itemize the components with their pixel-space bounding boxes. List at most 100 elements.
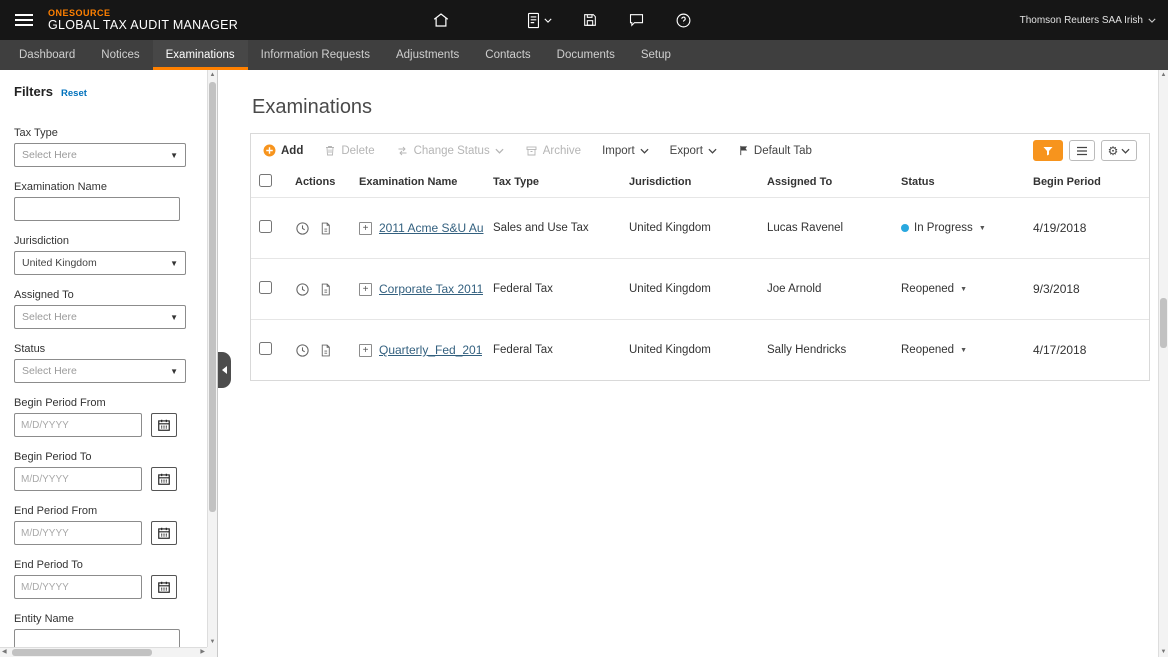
tab-contacts[interactable]: Contacts bbox=[472, 40, 543, 70]
cell-jurisdiction: United Kingdom bbox=[629, 283, 767, 295]
tab-examinations[interactable]: Examinations bbox=[153, 40, 248, 70]
table-header-row: Actions Examination Name Tax Type Jurisd… bbox=[251, 167, 1149, 197]
tab-setup[interactable]: Setup bbox=[628, 40, 684, 70]
expand-row-button[interactable]: + bbox=[359, 344, 372, 357]
sidebar-horizontal-scrollbar[interactable]: ◀ ▶ bbox=[0, 647, 207, 657]
sidebar-collapse-handle[interactable] bbox=[218, 352, 231, 388]
calendar-icon bbox=[157, 418, 171, 432]
scroll-down-arrow[interactable]: ▼ bbox=[1159, 649, 1168, 655]
sidebar-vertical-scrollbar[interactable]: ▲ ▼ bbox=[207, 70, 217, 647]
begin-period-to-input[interactable] bbox=[14, 467, 142, 491]
status-dropdown[interactable]: In Progress ▼ bbox=[901, 222, 1033, 234]
filter-button[interactable] bbox=[1033, 140, 1063, 161]
document-icon[interactable] bbox=[319, 282, 332, 297]
select-all-checkbox[interactable] bbox=[259, 174, 272, 187]
scroll-down-arrow[interactable]: ▼ bbox=[208, 639, 217, 645]
examination-link[interactable]: Corporate Tax 2011 bbox=[379, 282, 483, 296]
tab-notices[interactable]: Notices bbox=[88, 40, 152, 70]
chevron-down-icon: ▼ bbox=[960, 347, 967, 354]
table-row: + 2011 Acme S&U Au Sales and Use Tax Uni… bbox=[251, 197, 1149, 258]
calendar-icon bbox=[157, 580, 171, 594]
end-period-to-calendar-button[interactable] bbox=[151, 575, 177, 599]
status-label: Status bbox=[14, 343, 193, 355]
end-period-from-calendar-button[interactable] bbox=[151, 521, 177, 545]
brand-name: ONESOURCE bbox=[48, 8, 238, 18]
document-icon[interactable] bbox=[319, 343, 332, 358]
plus-circle-icon bbox=[263, 144, 276, 157]
examination-name-input[interactable] bbox=[14, 197, 180, 221]
main-vertical-scrollbar[interactable]: ▲ ▼ bbox=[1158, 70, 1168, 657]
entity-name-input[interactable] bbox=[14, 629, 180, 647]
status-select[interactable]: Select Here ▼ bbox=[14, 359, 186, 383]
table-row: + Quarterly_Fed_201 Federal Tax United K… bbox=[251, 319, 1149, 380]
tax-type-select[interactable]: Select Here ▼ bbox=[14, 143, 186, 167]
help-icon[interactable] bbox=[675, 12, 692, 29]
scroll-right-arrow[interactable]: ▶ bbox=[200, 648, 205, 657]
chat-icon[interactable] bbox=[628, 12, 645, 28]
cell-begin-period: 4/17/2018 bbox=[1033, 343, 1149, 357]
status-dropdown[interactable]: Reopened ▼ bbox=[901, 344, 1033, 356]
default-tab-button[interactable]: Default Tab bbox=[738, 144, 812, 157]
history-icon[interactable] bbox=[295, 343, 310, 358]
user-account-menu[interactable]: Thomson Reuters SAA Irish bbox=[1020, 0, 1156, 40]
table-row: + Corporate Tax 2011 Federal Tax United … bbox=[251, 258, 1149, 319]
row-checkbox[interactable] bbox=[259, 281, 272, 294]
tab-information-requests[interactable]: Information Requests bbox=[248, 40, 383, 70]
scrollbar-thumb[interactable] bbox=[12, 649, 152, 656]
scrollbar-thumb[interactable] bbox=[209, 82, 216, 512]
begin-period-from-input[interactable] bbox=[14, 413, 142, 437]
cell-tax-type: Sales and Use Tax bbox=[493, 222, 629, 234]
cell-assigned-to: Joe Arnold bbox=[767, 283, 901, 295]
calendar-icon bbox=[157, 472, 171, 486]
examination-link[interactable]: 2011 Acme S&U Au bbox=[379, 221, 484, 235]
filters-sidebar: Filters Reset Tax Type Select Here ▼ Exa… bbox=[0, 70, 218, 657]
end-period-from-input[interactable] bbox=[14, 521, 142, 545]
col-header-examination-name: Examination Name bbox=[359, 176, 493, 188]
app-brand: ONESOURCE GLOBAL TAX AUDIT MANAGER bbox=[48, 8, 238, 33]
end-period-to-input[interactable] bbox=[14, 575, 142, 599]
col-header-actions: Actions bbox=[295, 176, 359, 188]
row-checkbox[interactable] bbox=[259, 220, 272, 233]
home-icon[interactable] bbox=[432, 11, 450, 29]
expand-row-button[interactable]: + bbox=[359, 222, 372, 235]
save-icon[interactable] bbox=[582, 12, 598, 28]
history-icon[interactable] bbox=[295, 282, 310, 297]
documents-menu-icon[interactable] bbox=[526, 12, 552, 29]
assigned-to-select[interactable]: Select Here ▼ bbox=[14, 305, 186, 329]
status-dropdown[interactable]: Reopened ▼ bbox=[901, 283, 1033, 295]
settings-button[interactable]: ⚙ bbox=[1101, 140, 1137, 161]
scrollbar-thumb[interactable] bbox=[1160, 298, 1167, 348]
add-button[interactable]: Add bbox=[263, 144, 303, 157]
document-icon[interactable] bbox=[319, 221, 332, 236]
funnel-icon bbox=[1042, 145, 1054, 157]
examination-link[interactable]: Quarterly_Fed_201 bbox=[379, 343, 482, 357]
begin-period-to-calendar-button[interactable] bbox=[151, 467, 177, 491]
filters-reset-link[interactable]: Reset bbox=[61, 88, 87, 99]
expand-row-button[interactable]: + bbox=[359, 283, 372, 296]
scroll-up-arrow[interactable]: ▲ bbox=[1159, 72, 1168, 78]
row-checkbox[interactable] bbox=[259, 342, 272, 355]
scrollbar-corner bbox=[207, 647, 217, 657]
export-button[interactable]: Export bbox=[670, 145, 717, 157]
change-status-button[interactable]: Change Status bbox=[396, 145, 504, 157]
archive-button[interactable]: Archive bbox=[525, 145, 581, 157]
main-content: Examinations Add Delete Change Status bbox=[218, 70, 1168, 657]
examination-name-label: Examination Name bbox=[14, 181, 193, 193]
delete-button[interactable]: Delete bbox=[324, 144, 374, 157]
tab-adjustments[interactable]: Adjustments bbox=[383, 40, 472, 70]
begin-period-from-calendar-button[interactable] bbox=[151, 413, 177, 437]
jurisdiction-select[interactable]: United Kingdom ▼ bbox=[14, 251, 186, 275]
tab-dashboard[interactable]: Dashboard bbox=[6, 40, 88, 70]
scroll-left-arrow[interactable]: ◀ bbox=[2, 648, 7, 657]
history-icon[interactable] bbox=[295, 221, 310, 236]
chevron-down-icon: ▼ bbox=[170, 259, 178, 268]
list-icon bbox=[1076, 146, 1088, 156]
tab-documents[interactable]: Documents bbox=[544, 40, 628, 70]
cell-tax-type: Federal Tax bbox=[493, 283, 629, 295]
col-header-jurisdiction: Jurisdiction bbox=[629, 176, 767, 188]
scroll-up-arrow[interactable]: ▲ bbox=[208, 72, 217, 78]
page-title: Examinations bbox=[252, 96, 1154, 119]
import-button[interactable]: Import bbox=[602, 145, 649, 157]
hamburger-menu-icon[interactable] bbox=[0, 0, 48, 40]
list-view-button[interactable] bbox=[1069, 140, 1095, 161]
